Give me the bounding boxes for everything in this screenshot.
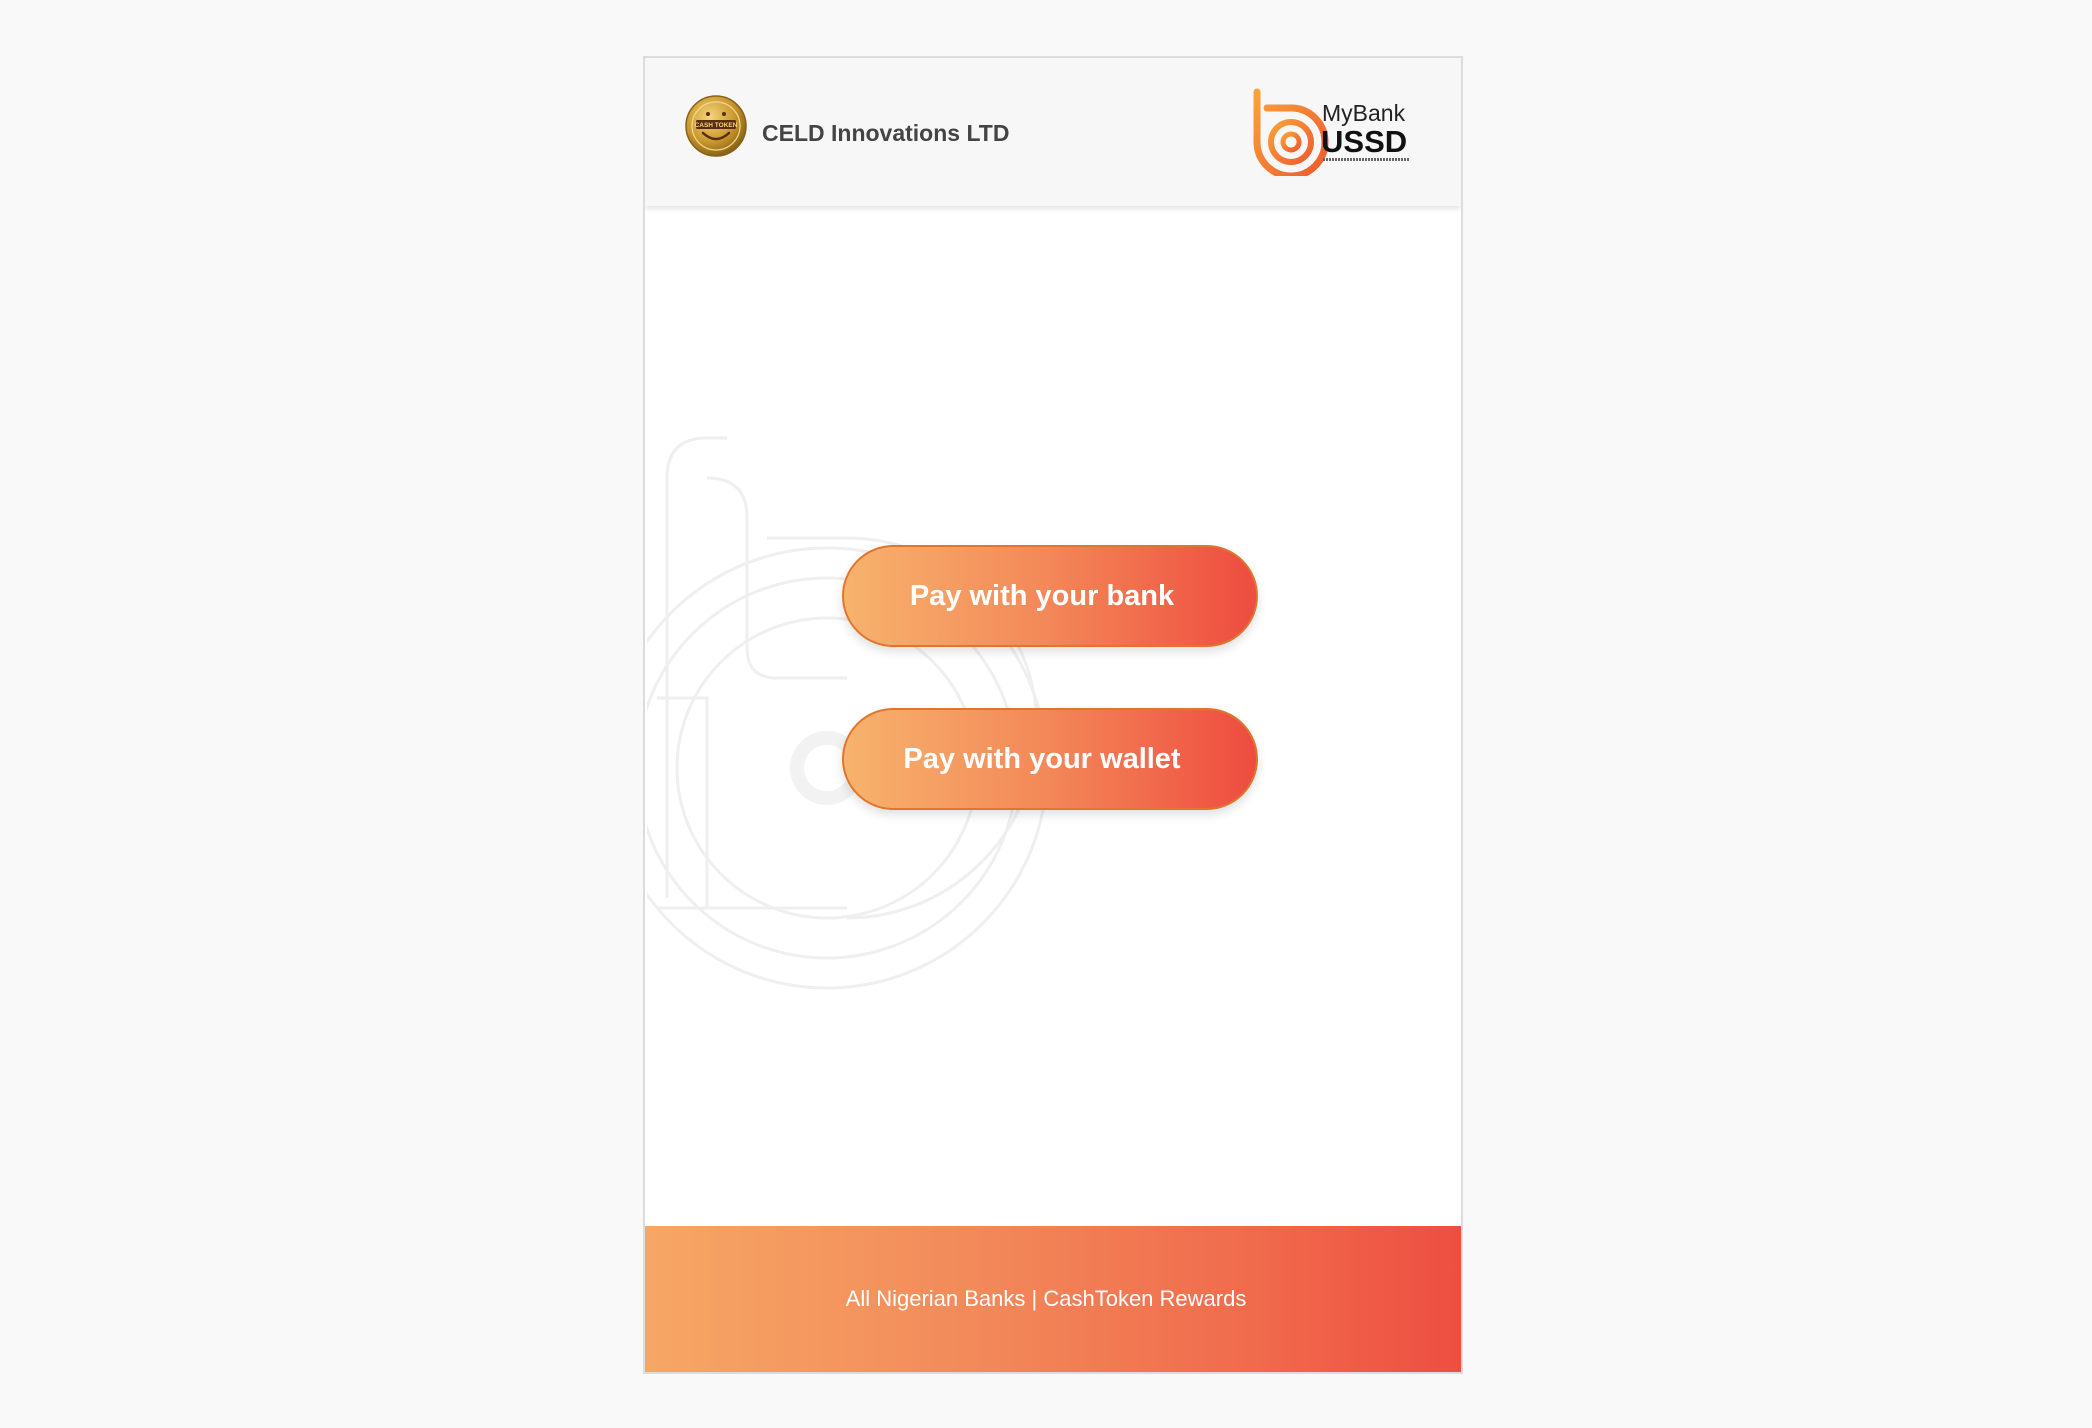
svg-text:CASH TOKEN: CASH TOKEN — [695, 122, 738, 129]
mybank-b-mark-icon — [1253, 88, 1329, 176]
brand-tagline — [1323, 158, 1409, 161]
footer-text: All Nigerian Banks | CashToken Rewards — [845, 1286, 1247, 1311]
pay-with-wallet-label: Pay with your wallet — [903, 742, 1181, 775]
brand-name-ussd: USSD — [1321, 124, 1408, 159]
cashtoken-coin-icon: CASH TOKEN — [685, 95, 747, 157]
merchant-name: CELD Innovations LTD — [762, 120, 1010, 146]
mybank-ussd-logo: MyBank USSD — [1247, 86, 1417, 176]
pay-with-bank-button[interactable]: Pay with your bank — [842, 545, 1258, 647]
brand-name-mybank: MyBank — [1322, 100, 1406, 126]
footer: All Nigerian Banks | CashToken Rewards — [645, 1226, 1461, 1372]
pay-with-bank-label: Pay with your bank — [909, 579, 1175, 612]
pay-with-wallet-button[interactable]: Pay with your wallet — [842, 708, 1258, 810]
header: CASH TOKEN CELD Innovations LTD MyBank U… — [645, 58, 1461, 206]
payment-panel: CASH TOKEN CELD Innovations LTD MyBank U… — [643, 56, 1463, 1374]
